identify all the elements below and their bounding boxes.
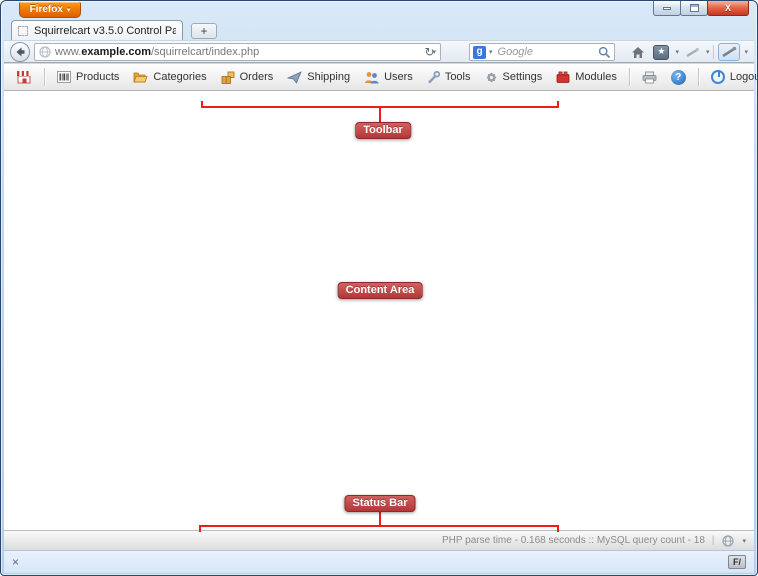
extension-icon-1 xyxy=(685,47,700,58)
status-separator: | xyxy=(712,535,715,546)
minimize-icon xyxy=(663,7,671,10)
status-bar-annotation-label: Status Bar xyxy=(344,495,415,512)
extension-dropdown-icon-2[interactable]: ▾ xyxy=(744,48,748,56)
users-icon xyxy=(364,71,379,84)
printer-icon xyxy=(642,71,657,84)
home-shop-button[interactable] xyxy=(10,67,38,87)
extension-button-1[interactable] xyxy=(683,43,702,61)
toolbar-label: Tools xyxy=(445,71,471,83)
new-tab-button[interactable]: + xyxy=(191,23,217,39)
search-icon[interactable] xyxy=(598,46,611,59)
toolbar-separator xyxy=(629,68,630,86)
url-text: www.example.com/squirrelcart/index.php xyxy=(55,46,428,58)
extension-button-2[interactable] xyxy=(718,43,740,61)
toolbar-label: Settings xyxy=(503,71,543,83)
addon-bar-close-button[interactable]: × xyxy=(12,556,19,568)
search-input[interactable] xyxy=(496,45,595,59)
toolbar-button-settings[interactable]: Settings xyxy=(479,68,549,87)
addon-bar-right: F/ xyxy=(728,555,746,569)
toolbar-button-modules[interactable]: Modules xyxy=(550,68,623,86)
toolbar-label: Users xyxy=(384,71,413,83)
maximize-button[interactable] xyxy=(680,1,708,16)
tab-favicon-placeholder-icon xyxy=(18,26,28,36)
url-prefix: www. xyxy=(55,46,81,58)
status-bar: PHP parse time - 0.168 seconds :: MySQL … xyxy=(4,530,754,550)
navigation-toolbar: www.example.com/squirrelcart/index.php ▾… xyxy=(4,40,754,63)
toolbar-label: Shipping xyxy=(307,71,350,83)
toolbar-annotation-label: Toolbar xyxy=(355,122,411,139)
airplane-icon xyxy=(287,71,302,84)
back-button[interactable] xyxy=(10,42,30,62)
extension-icon-2 xyxy=(721,46,737,58)
bookmark-star-icon: ★ xyxy=(653,45,669,60)
toolbar-annotation-stem xyxy=(379,108,381,123)
help-icon: ? xyxy=(671,70,686,85)
toolbar-annotation-bracket xyxy=(201,101,559,108)
google-icon[interactable]: g xyxy=(473,46,486,59)
status-bar-annotation-stem xyxy=(379,512,381,525)
chevron-down-icon: ▾ xyxy=(67,6,71,14)
tab-title: Squirrelcart v3.5.0 Control Panel xyxy=(34,25,176,37)
firebug-button[interactable]: F/ xyxy=(728,555,746,569)
status-bar-text: PHP parse time - 0.168 seconds :: MySQL … xyxy=(442,535,705,546)
toolbar-separator xyxy=(698,68,699,86)
close-button[interactable]: X xyxy=(707,1,749,16)
plus-icon: + xyxy=(200,25,207,37)
content-area-annotation-label: Content Area xyxy=(338,282,423,299)
maximize-icon xyxy=(690,4,699,12)
browser-window: Firefox ▾ X Squirrelcart v3.5.0 Control … xyxy=(0,0,758,576)
logout-power-icon xyxy=(711,70,725,84)
toolbar-button-categories[interactable]: Categories xyxy=(127,68,212,86)
toolbar-button-shipping[interactable]: Shipping xyxy=(281,68,356,87)
addon-bar: × F/ xyxy=(4,550,754,573)
toolbar-button-orders[interactable]: Orders xyxy=(215,68,280,87)
logout-label: Logout xyxy=(730,71,758,83)
boxes-icon xyxy=(221,71,235,84)
nav-separator xyxy=(713,45,714,59)
toolbar-label: Orders xyxy=(240,71,274,83)
status-globe-icon[interactable] xyxy=(721,534,735,548)
bookmarks-dropdown-icon[interactable]: ▾ xyxy=(675,48,679,56)
reload-button[interactable]: ↻ xyxy=(421,44,438,60)
toolbar-label: Modules xyxy=(575,71,617,83)
status-menu-dropdown-icon[interactable]: ▾ xyxy=(742,537,746,545)
firefox-menu-button[interactable]: Firefox ▾ xyxy=(19,2,81,18)
toolbar-separator xyxy=(44,68,45,86)
url-bar[interactable]: www.example.com/squirrelcart/index.php ▾ xyxy=(34,43,441,61)
toolbar-label: Categories xyxy=(153,71,206,83)
reload-icon: ↻ xyxy=(424,45,434,59)
gear-icon xyxy=(485,71,498,84)
url-domain: example.com xyxy=(81,46,151,58)
minimize-button[interactable] xyxy=(653,1,681,16)
help-button[interactable]: ? xyxy=(665,67,692,88)
toolbar-button-products[interactable]: Products xyxy=(51,68,125,86)
search-box[interactable]: g ▾ xyxy=(469,43,615,61)
toolbar-label: Products xyxy=(76,71,119,83)
extension-dropdown-icon-1[interactable]: ▾ xyxy=(706,48,710,56)
back-arrow-icon xyxy=(14,46,26,58)
bookmarks-button[interactable]: ★ xyxy=(651,43,671,61)
search-engine-dropdown-icon[interactable]: ▾ xyxy=(489,48,493,56)
barcode-icon xyxy=(57,71,71,83)
globe-icon xyxy=(39,46,51,58)
toolbar-button-tools[interactable]: Tools xyxy=(421,68,477,87)
toolbar-button-users[interactable]: Users xyxy=(358,68,419,87)
home-icon xyxy=(631,46,645,59)
status-bar-annotation-bracket xyxy=(199,525,559,532)
window-controls: X xyxy=(654,1,749,16)
firefox-menu-label: Firefox xyxy=(30,4,63,15)
wrench-icon xyxy=(427,71,440,84)
nav-right-buttons: ★ ▾ ▾ ▾ xyxy=(629,42,748,62)
print-button[interactable] xyxy=(636,68,663,87)
app-toolbar: Products Categories Orders xyxy=(4,63,754,91)
logout-button[interactable]: Logout xyxy=(705,67,758,87)
tab-squirrelcart[interactable]: Squirrelcart v3.5.0 Control Panel xyxy=(11,20,183,40)
storefront-icon xyxy=(16,70,32,84)
close-icon: X xyxy=(725,3,731,13)
module-brick-icon xyxy=(556,71,570,83)
folder-icon xyxy=(133,71,148,83)
home-button[interactable] xyxy=(629,43,647,61)
url-path: /squirrelcart/index.php xyxy=(151,46,259,58)
